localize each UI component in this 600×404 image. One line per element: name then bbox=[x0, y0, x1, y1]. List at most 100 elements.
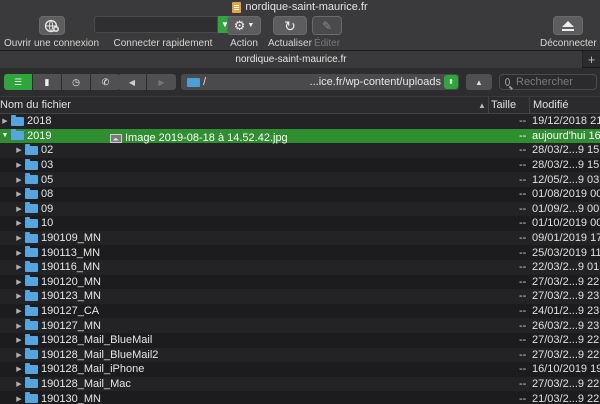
column-name[interactable]: Nom du fichier bbox=[0, 97, 486, 114]
file-size: -- bbox=[519, 129, 527, 142]
file-name: 2018 bbox=[27, 115, 52, 128]
globe-plus-icon bbox=[44, 19, 59, 32]
view-switcher[interactable]: ☰ ▮ ◷ ✆ bbox=[4, 74, 120, 90]
disclosure-closed-icon[interactable]: ▶ bbox=[15, 278, 23, 286]
quick-connect-input[interactable] bbox=[94, 16, 218, 33]
column-size[interactable]: Taille bbox=[488, 97, 528, 114]
disclosure-closed-icon[interactable]: ▶ bbox=[15, 380, 23, 388]
file-name: 05 bbox=[41, 173, 54, 186]
action-item[interactable]: ⚙ ▼ Action bbox=[227, 16, 261, 49]
file-name: 190120_MN bbox=[41, 275, 101, 288]
forward-icon[interactable]: ▶ bbox=[147, 74, 176, 90]
folder-icon bbox=[25, 319, 38, 331]
file-modified: 19/12/2018 21:4 bbox=[532, 115, 600, 128]
disclosure-closed-icon[interactable]: ▶ bbox=[15, 176, 23, 184]
file-name: 190128_Mail_Mac bbox=[41, 377, 131, 390]
disclosure-closed-icon[interactable]: ▶ bbox=[15, 351, 23, 359]
parent-directory-button[interactable]: ▲ bbox=[466, 74, 492, 90]
table-row[interactable]: ▶ 190127_MN -- 26/03/2...9 23:0 bbox=[0, 318, 600, 333]
disconnect-item[interactable]: Déconnecter bbox=[540, 16, 597, 49]
table-row[interactable]: ▶ 02 -- 28/03/2...9 15:5 bbox=[0, 143, 600, 158]
table-row[interactable]: ▶ 190116_MN -- 22/03/2...9 01:4 bbox=[0, 259, 600, 275]
file-modified: 16/10/2019 19:5 bbox=[532, 363, 600, 376]
file-modified: 25/03/2019 11: bbox=[532, 246, 600, 259]
table-row[interactable]: ▶ 190128_Mail_BlueMail2 -- 27/03/2...9 22:5 bbox=[0, 347, 600, 363]
edit-item[interactable]: ✎ Éditer bbox=[312, 16, 342, 49]
disclosure-closed-icon[interactable]: ▶ bbox=[15, 219, 23, 227]
stepper-icon[interactable]: ⬍ bbox=[444, 75, 458, 89]
disclosure-closed-icon[interactable]: ▶ bbox=[15, 307, 23, 315]
title-wrap: nordique-saint-maurice.fr bbox=[232, 1, 368, 13]
back-icon[interactable]: ◀ bbox=[118, 74, 147, 90]
table-row[interactable]: ▶ 190120_MN -- 27/03/2...9 22:5 bbox=[0, 274, 600, 290]
file-size: -- bbox=[519, 159, 527, 172]
table-row[interactable]: ▶ 03 -- 28/03/2...9 15:5 bbox=[0, 157, 600, 173]
disclosure-closed-icon[interactable]: ▶ bbox=[1, 117, 9, 125]
bookmarks-view-icon[interactable]: ▮ bbox=[33, 74, 62, 90]
disclosure-open-icon[interactable]: ▼ bbox=[1, 132, 9, 139]
table-row[interactable]: ▼ 2019 -- aujourd'hui 16:2 bbox=[0, 128, 600, 144]
disclosure-closed-icon[interactable]: ▶ bbox=[15, 336, 23, 344]
quick-connect-combo[interactable]: ▼ bbox=[94, 16, 232, 33]
file-modified: 01/09/2...9 00:5 bbox=[532, 202, 600, 215]
table-row[interactable]: ▶ 10 -- 01/10/2019 00:1 bbox=[0, 216, 600, 231]
refresh-button[interactable]: ↻ bbox=[272, 16, 307, 35]
refresh-icon: ↻ bbox=[284, 17, 296, 34]
table-row[interactable]: ▶ 190128_Mail_Mac -- 27/03/2...9 22:5 bbox=[0, 376, 600, 392]
table-row[interactable]: ▶ 190109_MN -- 09/01/2019 17:5 bbox=[0, 230, 600, 246]
refresh-item[interactable]: ↻ Actualiser bbox=[268, 16, 312, 49]
search-box[interactable] bbox=[499, 74, 597, 90]
disclosure-closed-icon[interactable]: ▶ bbox=[15, 146, 23, 154]
quick-connect-item[interactable]: ▼ Connecter rapidement bbox=[94, 16, 232, 49]
file-modified: 01/10/2019 00:1 bbox=[532, 217, 600, 230]
history-view-icon[interactable]: ◷ bbox=[62, 74, 91, 90]
table-row[interactable]: ▶ 05 -- 12/05/2...9 03:5 bbox=[0, 172, 600, 187]
disclosure-closed-icon[interactable]: ▶ bbox=[15, 365, 23, 373]
disclosure-closed-icon[interactable]: ▶ bbox=[15, 292, 23, 300]
table-row[interactable]: ▶ 190130_MN -- 21/03/2...9 22:5 bbox=[0, 391, 600, 404]
column-header: Nom du fichier ▲ Taille Modifié bbox=[0, 96, 600, 114]
action-button[interactable]: ⚙ ▼ bbox=[227, 16, 261, 35]
disconnect-button[interactable] bbox=[553, 16, 584, 35]
tab-connection[interactable]: nordique-saint-maurice.fr bbox=[0, 51, 582, 68]
file-name: 190123_MN bbox=[41, 290, 101, 303]
table-row[interactable]: ▶ 2018 -- 19/12/2018 21:4 bbox=[0, 114, 600, 129]
disclosure-closed-icon[interactable]: ▶ bbox=[15, 322, 23, 330]
file-list[interactable]: ▶ 2018 -- 19/12/2018 21:4 ▼ 2019 -- aujourd'hui… bbox=[0, 114, 600, 404]
table-row[interactable]: ▶ 190128_Mail_BlueMail -- 27/03/2...9 22:5 bbox=[0, 332, 600, 348]
path-selector[interactable]: / ...ice.fr/wp-content/uploads ⬍ bbox=[181, 74, 459, 90]
outline-view-icon[interactable]: ☰ bbox=[4, 74, 33, 90]
table-row[interactable]: ▶ 08 -- 01/08/2019 00:0 bbox=[0, 186, 600, 202]
file-name: 2019 bbox=[27, 129, 52, 142]
disclosure-closed-icon[interactable]: ▶ bbox=[15, 161, 23, 169]
file-modified: 27/03/2...9 22:5 bbox=[532, 334, 600, 347]
open-connection-button[interactable] bbox=[38, 16, 65, 35]
table-row[interactable]: ▶ 190128_Mail_iPhone -- 16/10/2019 19:5 bbox=[0, 362, 600, 377]
table-row[interactable]: ▶ 190113_MN -- 25/03/2019 11: bbox=[0, 245, 600, 260]
table-row[interactable]: ▶ 190123_MN -- 27/03/2...9 23:4 bbox=[0, 289, 600, 304]
disclosure-closed-icon[interactable]: ▶ bbox=[15, 395, 23, 403]
edit-button[interactable]: ✎ bbox=[312, 16, 342, 35]
column-modified[interactable]: Modifié bbox=[529, 97, 600, 114]
open-connection-item[interactable]: Ouvrir une connexion bbox=[4, 16, 99, 49]
file-size: -- bbox=[519, 348, 527, 361]
document-icon bbox=[232, 1, 242, 13]
search-input[interactable] bbox=[516, 76, 596, 88]
quick-connect-label: Connecter rapidement bbox=[113, 38, 213, 49]
disclosure-closed-icon[interactable]: ▶ bbox=[15, 263, 23, 271]
bonjour-view-icon[interactable]: ✆ bbox=[91, 74, 120, 90]
table-row[interactable]: ▶ 190127_CA -- 24/01/2...9 23:4 bbox=[0, 303, 600, 319]
file-modified: 28/03/2...9 15:5 bbox=[532, 159, 600, 172]
file-name: 190109_MN bbox=[41, 232, 101, 245]
file-name: 190116_MN bbox=[41, 261, 101, 274]
file-modified: 24/01/2...9 23:4 bbox=[532, 305, 600, 318]
table-row[interactable]: ▶ 09 -- 01/09/2...9 00:5 bbox=[0, 201, 600, 217]
file-size: -- bbox=[519, 305, 527, 318]
disclosure-closed-icon[interactable]: ▶ bbox=[15, 205, 23, 213]
disclosure-closed-icon[interactable]: ▶ bbox=[15, 234, 23, 242]
navigation-bar: ☰ ▮ ◷ ✆ ◀ ▶ / ...ice.fr/wp-content/uploa… bbox=[0, 68, 600, 96]
disclosure-closed-icon[interactable]: ▶ bbox=[15, 190, 23, 198]
disclosure-closed-icon[interactable]: ▶ bbox=[15, 249, 23, 257]
history-navigation[interactable]: ◀ ▶ bbox=[118, 74, 176, 90]
new-tab-button[interactable]: + bbox=[582, 51, 600, 68]
